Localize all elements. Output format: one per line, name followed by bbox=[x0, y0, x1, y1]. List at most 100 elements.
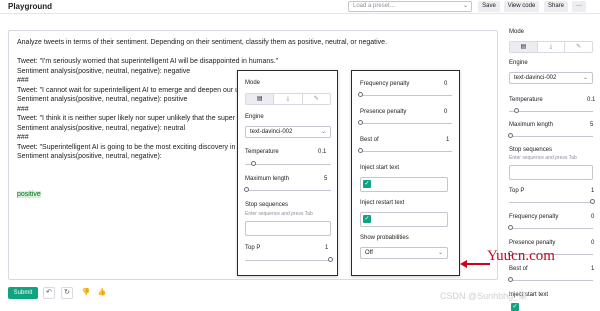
max-length-track bbox=[245, 190, 331, 191]
inject-restart-label: Inject restart text bbox=[360, 200, 405, 206]
complete-mode-icon[interactable]: ▤ bbox=[510, 42, 538, 52]
frequency-penalty-value: 0 bbox=[591, 214, 595, 220]
stop-sequences-input[interactable] bbox=[509, 165, 593, 180]
show-probabilities-value: Off bbox=[365, 250, 373, 256]
page-title: Playground bbox=[8, 2, 53, 11]
insert-mode-icon[interactable]: ⤓ bbox=[538, 42, 566, 52]
presence-penalty-label: Presence penalty bbox=[509, 240, 556, 246]
temperature-value: 0.1 bbox=[587, 97, 596, 103]
csdn-watermark: CSDN @Sunhbhg_柒 bbox=[440, 291, 528, 301]
max-length-value: 5 bbox=[324, 176, 328, 182]
chevron-down-icon: ⌄ bbox=[462, 3, 468, 9]
preset-placeholder: Load a preset... bbox=[353, 3, 395, 9]
engine-value: text-davinci-002 bbox=[514, 75, 557, 81]
inject-start-checkbox[interactable]: ✓ bbox=[511, 303, 519, 311]
inject-start-checkbox[interactable]: ✓ bbox=[363, 180, 371, 188]
top-p-track bbox=[245, 260, 331, 261]
view-code-button[interactable]: View code bbox=[504, 1, 539, 12]
frequency-penalty-track bbox=[509, 228, 593, 229]
max-length-label: Maximum length bbox=[245, 176, 290, 182]
inject-restart-input[interactable] bbox=[360, 212, 448, 227]
temperature-label: Temperature bbox=[245, 149, 279, 155]
engine-label: Engine bbox=[509, 60, 528, 66]
top-p-value: 1 bbox=[325, 245, 329, 251]
frequency-penalty-label: Frequency penalty bbox=[509, 214, 559, 220]
chevron-down-icon: ⌄ bbox=[582, 75, 588, 81]
inject-restart-checkbox[interactable]: ✓ bbox=[363, 215, 371, 223]
temperature-label: Temperature bbox=[509, 97, 543, 103]
best-of-value: 1 bbox=[591, 266, 595, 272]
chevron-down-icon: ⌄ bbox=[320, 129, 326, 135]
thumbs-down-icon[interactable]: 👎 bbox=[81, 287, 91, 299]
max-length-slider[interactable] bbox=[507, 133, 513, 138]
settings-panel-right: Frequency penalty 0 Presence penalty 0 B… bbox=[351, 70, 460, 276]
frequency-penalty-value: 0 bbox=[444, 81, 448, 87]
best-of-label: Best of bbox=[360, 137, 379, 143]
save-button[interactable]: Save bbox=[478, 1, 500, 12]
presence-penalty-slider[interactable] bbox=[358, 120, 363, 125]
max-length-track bbox=[509, 136, 593, 137]
submit-button[interactable]: Submit bbox=[8, 287, 38, 299]
frequency-penalty-slider[interactable] bbox=[358, 92, 363, 97]
temperature-track bbox=[509, 111, 593, 112]
chevron-down-icon: ⌄ bbox=[437, 250, 443, 256]
top-p-slider[interactable] bbox=[590, 199, 595, 204]
complete-mode-icon[interactable]: ▤ bbox=[246, 94, 275, 104]
stop-sequences-input[interactable] bbox=[245, 221, 331, 236]
top-p-label: Top P bbox=[509, 188, 525, 194]
mode-label: Mode bbox=[245, 80, 261, 86]
temperature-track bbox=[245, 164, 331, 165]
temperature-value: 0.1 bbox=[318, 149, 327, 155]
presence-penalty-label: Presence penalty bbox=[360, 109, 407, 115]
insert-mode-icon[interactable]: ⤓ bbox=[274, 94, 303, 104]
temperature-slider[interactable] bbox=[514, 108, 520, 113]
top-p-track bbox=[509, 202, 593, 203]
best-of-slider[interactable] bbox=[358, 148, 363, 153]
undo-icon[interactable]: ↶ bbox=[43, 287, 55, 299]
edit-mode-icon[interactable]: ✎ bbox=[565, 42, 592, 52]
top-p-label: Top P bbox=[245, 245, 261, 251]
mode-label: Mode bbox=[509, 29, 525, 35]
max-length-slider[interactable] bbox=[243, 187, 249, 192]
preset-select[interactable]: Load a preset... ⌄ bbox=[348, 1, 472, 12]
site-watermark: Yuucn.com bbox=[487, 248, 555, 264]
edit-mode-icon[interactable]: ✎ bbox=[303, 94, 330, 104]
best-of-track bbox=[509, 280, 593, 281]
engine-select[interactable]: text-davinci-002 ⌄ bbox=[245, 126, 331, 138]
share-button[interactable]: Share bbox=[544, 1, 568, 12]
best-of-value: 1 bbox=[446, 137, 450, 143]
frequency-penalty-track bbox=[360, 95, 452, 96]
thumbs-up-icon[interactable]: 👍 bbox=[97, 287, 107, 299]
inject-start-input[interactable] bbox=[360, 177, 448, 192]
temperature-slider[interactable] bbox=[250, 161, 256, 166]
stop-sequences-hint: Enter sequence and press Tab bbox=[509, 155, 577, 161]
more-options-button[interactable]: ··· bbox=[572, 1, 586, 12]
regenerate-icon[interactable]: ↻ bbox=[61, 287, 73, 299]
max-length-value: 5 bbox=[590, 122, 594, 128]
presence-penalty-value: 0 bbox=[591, 240, 595, 246]
editor-line: Tweet: "I'm seriously worried that super… bbox=[17, 58, 279, 65]
show-probabilities-label: Show probabilities bbox=[360, 235, 409, 241]
engine-select[interactable]: text-davinci-002 ⌄ bbox=[509, 72, 593, 84]
stop-sequences-hint: Enter sequence and press Tab bbox=[245, 211, 313, 217]
best-of-slider[interactable] bbox=[508, 277, 513, 282]
top-p-slider[interactable] bbox=[328, 257, 333, 262]
mode-selector[interactable]: ▤ ⤓ ✎ bbox=[509, 41, 593, 53]
best-of-label: Best of bbox=[509, 266, 528, 272]
stop-sequences-label: Stop sequences bbox=[245, 202, 289, 208]
frequency-penalty-slider[interactable] bbox=[508, 225, 513, 230]
editor-blank-line bbox=[17, 48, 489, 58]
mode-selector[interactable]: ▤ ⤓ ✎ bbox=[245, 93, 331, 105]
stop-sequences-label: Stop sequences bbox=[509, 147, 553, 153]
inject-start-label: Inject start text bbox=[360, 165, 400, 171]
top-bar: Playground Load a preset... ⌄ Save View … bbox=[0, 0, 600, 14]
settings-sidebar: Mode ▤ ⤓ ✎ Engine text-davinci-002 ⌄ Tem… bbox=[503, 22, 600, 311]
show-probabilities-select[interactable]: Off ⌄ bbox=[360, 247, 448, 259]
editor-line: Analyze tweets in terms of their sentime… bbox=[17, 39, 388, 46]
max-length-label: Maximum length bbox=[509, 122, 554, 128]
presence-penalty-value: 0 bbox=[444, 109, 448, 115]
top-p-value: 1 bbox=[591, 188, 595, 194]
settings-panel-left: Mode ▤ ⤓ ✎ Engine text-davinci-002 ⌄ Tem… bbox=[237, 70, 338, 276]
engine-value: text-davinci-002 bbox=[250, 129, 293, 135]
best-of-track bbox=[360, 151, 452, 152]
